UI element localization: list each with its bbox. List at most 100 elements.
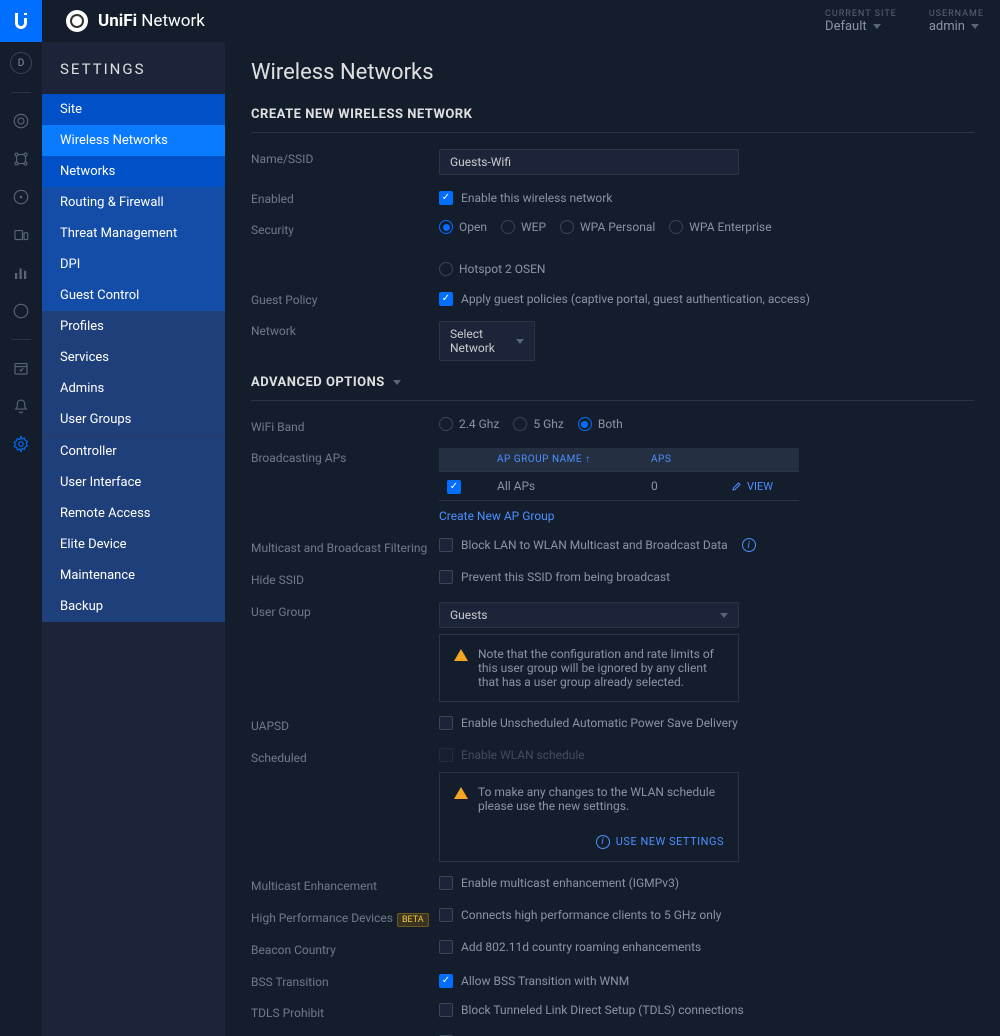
label-high-perf: High Performance DevicesBETA: [251, 908, 439, 925]
guest-policy-text: Apply guest policies (captive portal, gu…: [461, 292, 810, 306]
sidebar-item-services[interactable]: Services: [42, 342, 225, 373]
security-radio-open[interactable]: Open: [439, 220, 487, 234]
page-title: Wireless Networks: [251, 60, 974, 85]
section-create-header: CREATE NEW WIRELESS NETWORK: [251, 107, 974, 133]
chevron-down-icon: [516, 339, 524, 344]
sidebar-item-wireless-networks[interactable]: Wireless Networks: [42, 125, 225, 156]
devices-icon[interactable]: [11, 225, 31, 245]
sidebar-item-guest-control[interactable]: Guest Control: [42, 280, 225, 311]
current-site-label: CURRENT SITE: [825, 9, 897, 19]
ap-group-table: AP GROUP NAME ↑ APS All APs 0 VIEW: [439, 448, 799, 501]
main-content: Wireless Networks CREATE NEW WIRELESS NE…: [225, 42, 1000, 1036]
sidebar-item-routing-and-firewall[interactable]: Routing & Firewall: [42, 187, 225, 218]
sidebar-item-dpi[interactable]: DPI: [42, 249, 225, 280]
info-icon[interactable]: i: [742, 538, 756, 552]
ap-row-checkbox[interactable]: [447, 480, 461, 494]
sidebar-item-remote-access[interactable]: Remote Access: [42, 498, 225, 529]
beacon-country-checkbox[interactable]: Add 802.11d country roaming enhancements: [439, 940, 701, 954]
label-multicast-enh: Multicast Enhancement: [251, 876, 439, 893]
label-tdls: TDLS Prohibit: [251, 1003, 439, 1020]
user-group-note: Note that the configuration and rate lim…: [439, 634, 739, 702]
label-wifi-band: WiFi Band: [251, 417, 439, 434]
sidebar-item-site[interactable]: Site: [42, 94, 225, 125]
brand-prefix: UniFi: [98, 11, 137, 31]
chevron-down-icon: [873, 24, 881, 29]
sidebar-item-admins[interactable]: Admins: [42, 373, 225, 404]
label-name-ssid: Name/SSID: [251, 149, 439, 166]
uapsd-checkbox[interactable]: Enable Unscheduled Automatic Power Save …: [439, 716, 738, 730]
chevron-down-icon: [393, 380, 401, 385]
username-dropdown[interactable]: USERNAME admin: [929, 9, 984, 34]
insights-icon[interactable]: [11, 301, 31, 321]
label-broadcasting-aps: Broadcasting APs: [251, 448, 439, 465]
band-radio-5-ghz[interactable]: 5 Ghz: [513, 417, 563, 431]
info-icon: i: [596, 835, 610, 849]
label-hide-ssid: Hide SSID: [251, 570, 439, 587]
label-network: Network: [251, 321, 439, 338]
scheduled-note: To make any changes to the WLAN schedule…: [439, 772, 739, 862]
table-row[interactable]: All APs 0 VIEW: [439, 472, 799, 501]
username-value: admin: [929, 19, 965, 34]
sidebar-item-networks[interactable]: Networks: [42, 156, 225, 187]
settings-gear-icon[interactable]: [11, 434, 31, 454]
enabled-checkbox[interactable]: Enable this wireless network: [439, 191, 612, 205]
label-guest-policy: Guest Policy: [251, 290, 439, 307]
sidebar-item-threat-management[interactable]: Threat Management: [42, 218, 225, 249]
label-bss-transition: BSS Transition: [251, 972, 439, 989]
chevron-down-icon: [971, 24, 979, 29]
sidebar-item-user-interface[interactable]: User Interface: [42, 467, 225, 498]
security-radio-wpa-enterprise[interactable]: WPA Enterprise: [669, 220, 771, 234]
current-site-value: Default: [825, 19, 867, 34]
security-radio-wep[interactable]: WEP: [501, 220, 546, 234]
security-radio-hotspot-2-osen[interactable]: Hotspot 2 OSEN: [439, 262, 546, 276]
sidebar-item-elite-device[interactable]: Elite Device: [42, 529, 225, 560]
beta-badge: BETA: [397, 913, 429, 927]
network-select[interactable]: Select Network: [439, 321, 535, 361]
brand-suffix: Network: [141, 11, 205, 31]
icon-sidebar: D: [0, 42, 42, 1036]
dashboard-badge-icon[interactable]: D: [10, 52, 32, 74]
band-radio-both[interactable]: Both: [578, 417, 623, 431]
ap-col-name: AP GROUP NAME ↑: [497, 454, 651, 465]
topology-icon[interactable]: [11, 149, 31, 169]
hide-ssid-checkbox[interactable]: Prevent this SSID from being broadcast: [439, 570, 670, 584]
sidebar-item-maintenance[interactable]: Maintenance: [42, 560, 225, 591]
enabled-text: Enable this wireless network: [461, 191, 612, 205]
label-beacon-country: Beacon Country: [251, 940, 439, 957]
user-group-select[interactable]: Guests: [439, 602, 739, 628]
guest-policy-checkbox[interactable]: Apply guest policies (captive portal, gu…: [439, 292, 810, 306]
ap-row-name: All APs: [497, 479, 651, 493]
use-new-settings-link[interactable]: iUSE NEW SETTINGS: [590, 835, 724, 849]
unifi-logo[interactable]: [0, 0, 42, 42]
sidebar-item-user-groups[interactable]: User Groups: [42, 404, 225, 435]
bell-icon[interactable]: [11, 396, 31, 416]
label-uapsd: UAPSD: [251, 716, 439, 733]
topbar: UniFi Network CURRENT SITE Default USERN…: [0, 0, 1000, 42]
ap-row-count: 0: [651, 479, 731, 493]
multicast-filter-checkbox[interactable]: Block LAN to WLAN Multicast and Broadcas…: [439, 538, 756, 552]
ap-row-view-link[interactable]: VIEW: [731, 480, 791, 493]
app-title: UniFi Network: [66, 10, 205, 32]
security-radio-wpa-personal[interactable]: WPA Personal: [560, 220, 655, 234]
current-site-dropdown[interactable]: CURRENT SITE Default: [825, 9, 897, 34]
warning-icon: [454, 787, 468, 799]
stats-icon[interactable]: [11, 263, 31, 283]
tdls-checkbox[interactable]: Block Tunneled Link Direct Setup (TDLS) …: [439, 1003, 744, 1017]
multicast-enh-checkbox[interactable]: Enable multicast enhancement (IGMPv3): [439, 876, 679, 890]
sidebar-item-controller[interactable]: Controller: [42, 436, 225, 467]
create-ap-group-link[interactable]: Create New AP Group: [439, 509, 555, 523]
sidebar-item-backup[interactable]: Backup: [42, 591, 225, 622]
globe-icon[interactable]: [11, 111, 31, 131]
ap-col-aps: APS: [651, 454, 731, 465]
warning-icon: [454, 649, 468, 661]
band-radio-24-ghz[interactable]: 2.4 Ghz: [439, 417, 499, 431]
calendar-icon[interactable]: [11, 358, 31, 378]
radar-icon[interactable]: [11, 187, 31, 207]
sidebar-item-profiles[interactable]: Profiles: [42, 311, 225, 342]
sidebar-title: SETTINGS: [42, 60, 225, 94]
bss-transition-checkbox[interactable]: Allow BSS Transition with WNM: [439, 974, 629, 988]
settings-sidebar: SETTINGS SiteWireless NetworksNetworksRo…: [42, 42, 225, 1036]
ssid-input[interactable]: [439, 149, 739, 175]
section-advanced-header[interactable]: ADVANCED OPTIONS: [251, 375, 974, 401]
high-perf-checkbox[interactable]: Connects high performance clients to 5 G…: [439, 908, 721, 922]
